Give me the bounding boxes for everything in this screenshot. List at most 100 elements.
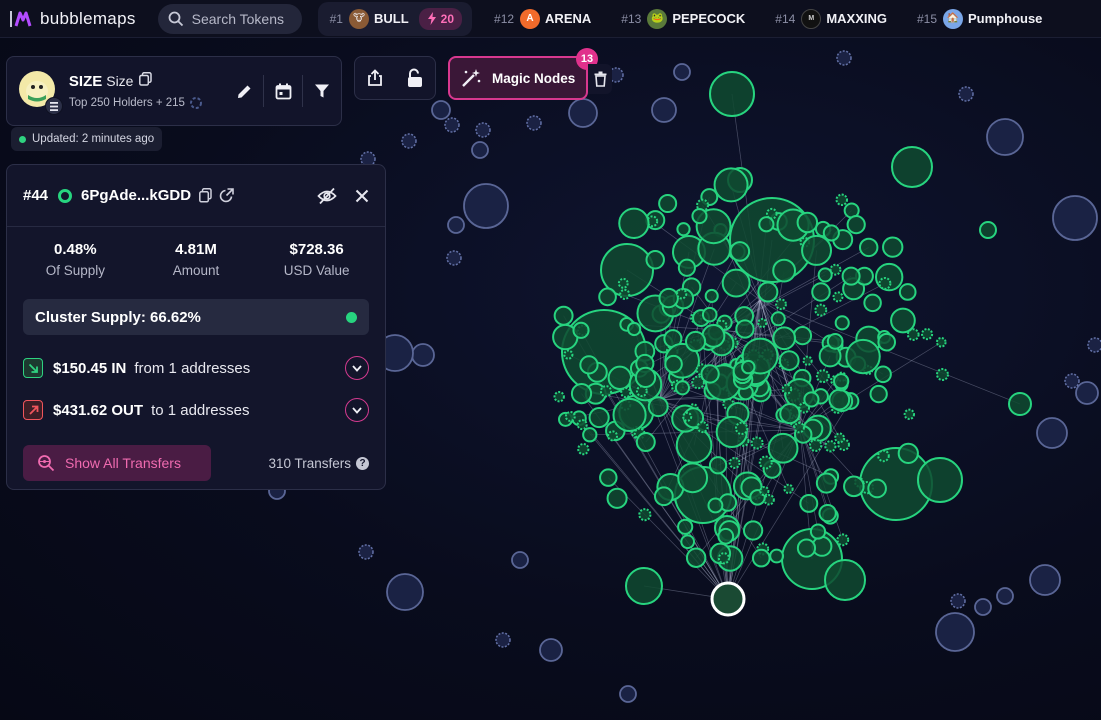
holder-bubble[interactable]	[751, 548, 771, 568]
holder-bubble[interactable]	[653, 486, 674, 507]
holder-bubble[interactable]	[815, 369, 830, 384]
holder-bubble[interactable]	[742, 520, 764, 541]
holder-bubble[interactable]	[935, 336, 947, 348]
holder-bubble[interactable]	[563, 349, 574, 360]
holder-bubble[interactable]	[607, 365, 633, 391]
holder-bubble[interactable]	[700, 364, 720, 384]
holder-bubble[interactable]	[673, 63, 691, 81]
holder-bubble[interactable]	[677, 258, 696, 277]
holder-bubble[interactable]	[599, 468, 618, 487]
holder-bubble[interactable]	[721, 268, 751, 298]
holder-bubble[interactable]	[917, 457, 963, 503]
holder-bubble[interactable]	[828, 388, 851, 411]
holder-bubble[interactable]	[680, 534, 696, 550]
holder-bubble[interactable]	[728, 457, 741, 469]
help-icon[interactable]: ?	[356, 456, 369, 470]
magic-nodes-button[interactable]: Magic Nodes 13	[448, 48, 598, 100]
holder-bubble[interactable]	[767, 432, 799, 464]
holder-bubble[interactable]	[579, 355, 599, 375]
holder-bubble[interactable]	[735, 319, 755, 339]
holder-bubble[interactable]	[836, 50, 852, 66]
holder-bubble[interactable]	[1029, 564, 1061, 596]
holder-bubble[interactable]	[950, 593, 966, 609]
holder-bubble[interactable]	[935, 612, 975, 652]
holder-bubble[interactable]	[707, 497, 724, 514]
holder-bubble[interactable]	[682, 411, 693, 422]
holder-bubble[interactable]	[651, 97, 677, 123]
holder-bubble[interactable]	[867, 478, 887, 499]
holder-bubble[interactable]	[1064, 373, 1080, 389]
show-all-transfers-button[interactable]: Show All Transfers	[23, 445, 211, 481]
holder-bubble[interactable]	[903, 408, 916, 421]
holder-bubble[interactable]	[717, 552, 731, 565]
holder-bubble[interactable]	[863, 293, 882, 313]
holder-bubble[interactable]	[577, 442, 590, 456]
holder-bubble[interactable]	[770, 311, 786, 327]
trending-item-pumphouse[interactable]: #15 🏠 Pumphouse	[909, 2, 1050, 36]
holder-bubble[interactable]	[588, 406, 610, 429]
holder-bubble[interactable]	[801, 234, 833, 266]
holder-bubble[interactable]	[979, 221, 997, 239]
holder-bubble[interactable]	[824, 559, 866, 601]
holder-bubble[interactable]	[808, 438, 823, 453]
holder-bubble[interactable]	[717, 527, 735, 545]
holder-bubble[interactable]	[696, 421, 709, 434]
holder-bubble[interactable]	[619, 288, 631, 300]
holder-bubble[interactable]	[511, 551, 529, 569]
trending-item-arena[interactable]: #12 A ARENA	[486, 2, 599, 36]
holder-bubble[interactable]	[986, 118, 1024, 156]
holder-bubble[interactable]	[858, 237, 879, 258]
holder-bubble[interactable]	[822, 224, 840, 242]
holder-bubble[interactable]	[708, 456, 728, 475]
holder-bubble[interactable]	[576, 419, 588, 431]
holder-bubble[interactable]	[625, 567, 663, 605]
trending-item-bull[interactable]: #1 🐮 BULL 20	[317, 1, 473, 36]
holder-bubble[interactable]	[772, 258, 797, 283]
holder-bubble[interactable]	[658, 287, 679, 309]
holder-bubble[interactable]	[763, 494, 775, 506]
holder-bubble[interactable]	[832, 291, 844, 303]
holder-bubble[interactable]	[877, 332, 897, 352]
holder-bubble[interactable]	[796, 538, 817, 558]
holder-bubble[interactable]	[834, 432, 845, 444]
holder-bubble[interactable]	[1008, 392, 1032, 416]
delete-magic-nodes-button[interactable]	[588, 64, 612, 94]
holder-bubble[interactable]	[783, 483, 794, 495]
edit-button[interactable]	[225, 74, 263, 108]
wallet-address[interactable]: 6PgAde...kGDD	[81, 187, 191, 204]
holder-bubble[interactable]	[759, 485, 770, 497]
holder-bubble[interactable]	[811, 282, 831, 302]
holder-bubble[interactable]	[750, 436, 764, 450]
holder-bubble[interactable]	[495, 632, 511, 648]
holder-bubble[interactable]	[796, 211, 819, 234]
holder-bubble[interactable]	[606, 487, 628, 509]
holder-bubble[interactable]	[803, 391, 820, 408]
holder-bubble[interactable]	[809, 523, 827, 540]
holder-bubble[interactable]	[775, 298, 787, 311]
holder-bubble[interactable]	[958, 86, 974, 102]
holder-bubble[interactable]	[882, 236, 904, 258]
search-tokens-input[interactable]: Search Tokens	[157, 3, 302, 34]
holder-bubble[interactable]	[638, 508, 652, 522]
holder-bubble[interactable]	[877, 449, 890, 463]
holder-bubble[interactable]	[386, 573, 424, 611]
outflow-row[interactable]: $431.62 OUT to 1 addresses	[7, 389, 385, 431]
holder-bubble[interactable]	[634, 366, 657, 389]
calendar-button[interactable]	[264, 74, 302, 108]
holder-bubble[interactable]	[836, 533, 850, 547]
holder-bubble[interactable]	[568, 98, 598, 128]
holder-bubble[interactable]	[815, 472, 837, 494]
holder-bubble[interactable]	[826, 333, 844, 350]
holder-bubble[interactable]	[401, 133, 417, 149]
holder-bubble[interactable]	[526, 115, 542, 131]
holder-bubble[interactable]	[685, 330, 707, 353]
holder-bubble[interactable]	[713, 167, 749, 203]
holder-bubble[interactable]	[618, 207, 650, 239]
holder-bubble[interactable]	[685, 547, 707, 568]
expand-inflow-button[interactable]	[345, 356, 369, 380]
holder-bubble[interactable]	[475, 122, 491, 138]
holder-bubble[interactable]	[935, 368, 949, 382]
holder-bubble[interactable]	[431, 100, 451, 120]
holder-bubble[interactable]	[553, 305, 574, 326]
holder-bubble[interactable]	[701, 306, 718, 323]
